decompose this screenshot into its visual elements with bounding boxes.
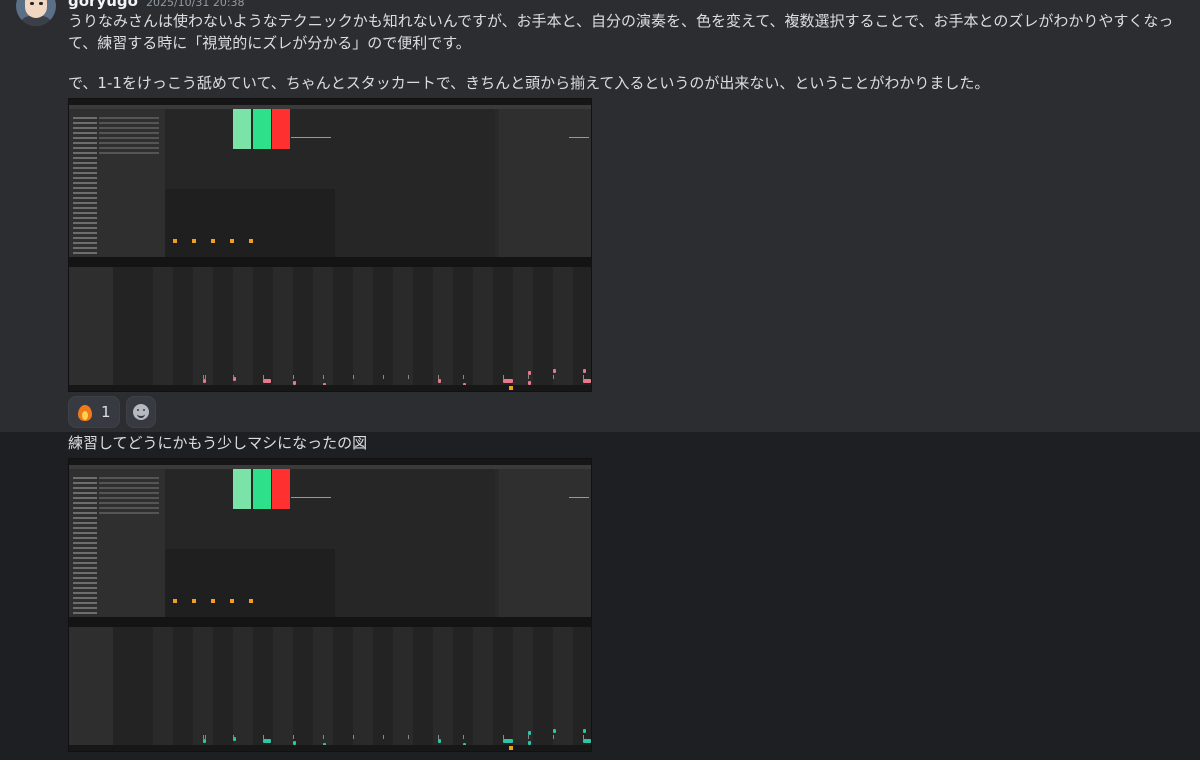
daw-clip-view — [69, 627, 114, 751]
daw-clip-column — [272, 109, 290, 149]
message-group-2: 練習してどうにかもう少しマシになったの図 — [0, 432, 1200, 760]
daw-clip-view — [69, 267, 114, 391]
daw-mixer-button — [211, 599, 215, 603]
daw-mixer-button — [192, 239, 196, 243]
daw-orange-line — [569, 497, 589, 498]
daw-divider — [69, 617, 591, 627]
daw-clip-column — [253, 469, 271, 509]
daw-mixer-button — [230, 239, 234, 243]
daw-piano-roll — [113, 627, 591, 751]
daw-mixer-button — [173, 239, 177, 243]
daw-status-marker — [509, 746, 513, 750]
daw-return-tracks — [499, 109, 591, 257]
smile-icon — [132, 404, 149, 420]
user-avatar[interactable] — [16, 0, 56, 26]
reaction-fire[interactable]: 1 — [68, 396, 120, 428]
reactions-bar: 1 — [68, 396, 156, 428]
daw-mixer-button — [211, 239, 215, 243]
daw-mixer-button — [192, 599, 196, 603]
daw-status-marker — [509, 386, 513, 390]
daw-mixer-button — [249, 599, 253, 603]
add-reaction-button[interactable] — [125, 396, 156, 428]
daw-orange-line — [291, 497, 331, 498]
daw-mixer-button — [173, 599, 177, 603]
daw-clip-column — [272, 469, 290, 509]
daw-mixer-button — [249, 239, 253, 243]
daw-clip-column — [233, 109, 251, 149]
daw-orange-line — [569, 137, 589, 138]
reaction-count: 1 — [101, 403, 111, 421]
daw-screenshot-attachment-2[interactable] — [68, 458, 592, 752]
daw-clip-column — [253, 109, 271, 149]
message-text-2: で、1-1をけっこう舐めていて、ちゃんとスタッカートで、きちんと頭から揃えて入る… — [68, 74, 990, 92]
message-text-3: 練習してどうにかもう少しマシになったの図 — [68, 434, 368, 452]
daw-clip-column — [233, 469, 251, 509]
daw-screenshot-attachment-1[interactable] — [68, 98, 592, 392]
daw-piano-roll — [113, 267, 591, 391]
message-text-1: うりなみさんは使わないようなテクニックかも知れないんですが、お手本と、自分の演奏… — [68, 12, 1174, 52]
message-group-1: goryugo 2025/10/31 20:38 うりなみさんは使わないようなテ… — [0, 0, 1200, 432]
daw-mixer-button — [230, 599, 234, 603]
fire-icon — [77, 403, 93, 421]
daw-mixer — [165, 189, 335, 257]
message-header: goryugo 2025/10/31 20:38 — [68, 0, 245, 10]
timestamp: 2025/10/31 20:38 — [145, 0, 245, 9]
daw-mixer — [165, 549, 335, 617]
daw-browser-panel — [69, 469, 166, 617]
daw-browser-panel — [69, 109, 166, 257]
daw-divider — [69, 257, 591, 267]
daw-return-tracks — [499, 469, 591, 617]
daw-orange-line — [291, 137, 331, 138]
username[interactable]: goryugo — [68, 0, 138, 10]
